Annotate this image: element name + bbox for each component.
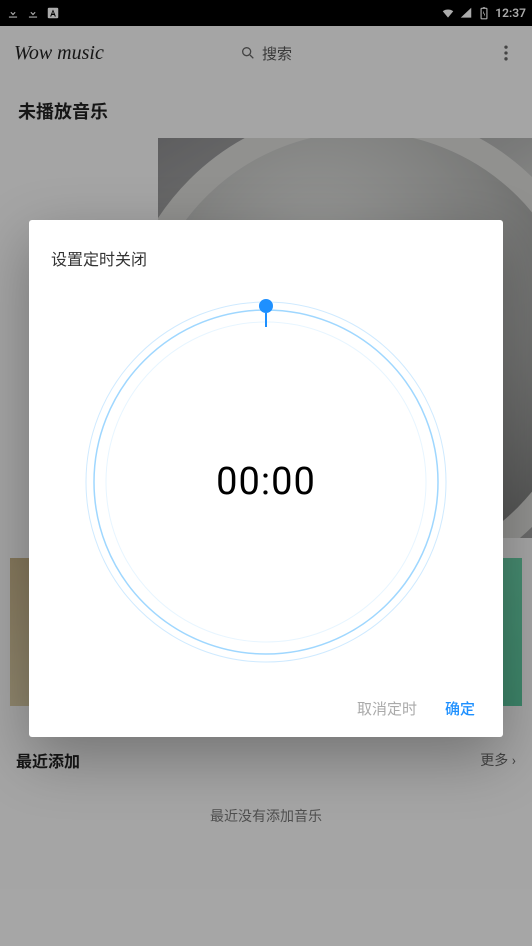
cancel-timer-button[interactable]: 取消定时: [357, 698, 417, 719]
dialog-actions: 取消定时 确定: [51, 682, 481, 719]
sleep-timer-dialog: 设置定时关闭 00:00 取消定时 确定: [29, 220, 503, 737]
dialog-title: 设置定时关闭: [51, 246, 481, 270]
timer-dial[interactable]: 00:00: [76, 292, 456, 672]
confirm-button[interactable]: 确定: [445, 698, 475, 719]
timer-value: 00:00: [76, 460, 456, 504]
